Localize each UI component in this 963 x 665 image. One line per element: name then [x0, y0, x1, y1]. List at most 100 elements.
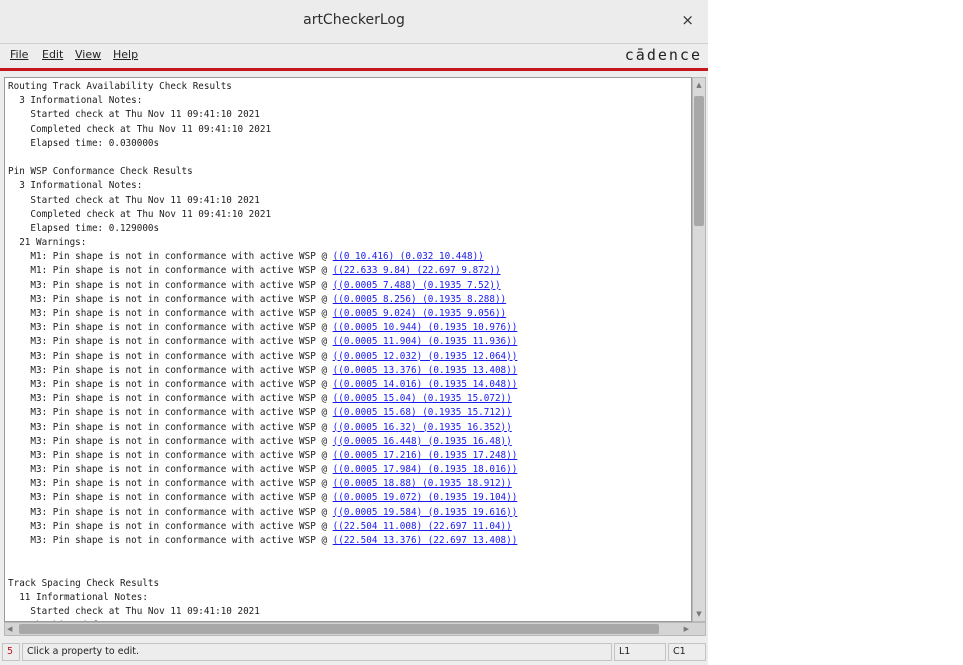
- log-line-text: 11 Informational Notes:: [8, 591, 148, 603]
- log-line-text: 3 Informational Notes:: [8, 95, 143, 107]
- log-warning-line: M3: Pin shape is not in conformance with…: [8, 279, 517, 293]
- menu-help[interactable]: Help: [113, 48, 138, 61]
- log-line-text: M1: Pin shape is not in conformance with…: [8, 251, 333, 263]
- log-line: Started check at Thu Nov 11 09:41:10 202…: [8, 605, 517, 619]
- log-line: Elapsed time: 0.129000s: [8, 222, 517, 236]
- log-line-text: M1: Pin shape is not in conformance with…: [8, 265, 333, 277]
- scroll-up-icon[interactable]: ▲: [694, 79, 704, 91]
- log-line-text: 21 Warnings:: [8, 237, 87, 249]
- log-warning-line: M3: Pin shape is not in conformance with…: [8, 491, 517, 505]
- log-content: Routing Track Availability Check Results…: [8, 80, 518, 621]
- close-icon[interactable]: ×: [681, 11, 694, 29]
- log-line-text: Started check at Thu Nov 11 09:41:10 202…: [8, 194, 260, 206]
- coordinate-link[interactable]: ((0.0005 9.024) (0.1935 9.056)): [333, 308, 507, 319]
- log-warning-line: M3: Pin shape is not in conformance with…: [8, 520, 517, 534]
- scroll-right-icon[interactable]: ▶: [684, 623, 689, 635]
- status-line-number: 5: [2, 643, 20, 661]
- cadence-logo: cādence: [624, 46, 702, 64]
- menu-bar: File Edit View Help cādence: [0, 44, 708, 68]
- log-line-text: Elapsed time: 0.030000s: [8, 137, 160, 149]
- log-line-text: M3: Pin shape is not in conformance with…: [8, 279, 333, 291]
- log-line-text: M3: Pin shape is not in conformance with…: [8, 464, 333, 476]
- vertical-scroll-thumb[interactable]: [694, 96, 704, 226]
- log-warning-line: M3: Pin shape is not in conformance with…: [8, 463, 517, 477]
- menu-edit[interactable]: Edit: [42, 48, 63, 61]
- coordinate-link[interactable]: ((0.0005 15.68) (0.1935 15.712)): [333, 407, 512, 418]
- coordinate-link[interactable]: ((0.0005 14.016) (0.1935 14.048)): [333, 379, 518, 390]
- coordinate-link[interactable]: ((22.504 13.376) (22.697 13.408)): [333, 535, 518, 546]
- log-warning-line: M3: Pin shape is not in conformance with…: [8, 406, 517, 420]
- log-warning-line: M3: Pin shape is not in conformance with…: [8, 421, 517, 435]
- status-column: C1: [668, 643, 706, 661]
- log-line: Started check at Thu Nov 11 09:41:10 202…: [8, 194, 517, 208]
- log-line: Started check at Thu Nov 11 09:41:10 202…: [8, 108, 517, 122]
- log-text-area[interactable]: Routing Track Availability Check Results…: [4, 77, 692, 622]
- coordinate-link[interactable]: ((0.0005 7.488) (0.1935 7.52)): [333, 280, 501, 291]
- log-line-text: M3: Pin shape is not in conformance with…: [8, 378, 333, 390]
- log-line: Elapsed time: 0.030000s: [8, 137, 517, 151]
- coordinate-link[interactable]: ((0.0005 16.448) (0.1935 16.48)): [333, 436, 512, 447]
- vertical-scrollbar[interactable]: ▲ ▼: [692, 77, 706, 622]
- log-line-text: 3 Informational Notes:: [8, 180, 143, 192]
- coordinate-link[interactable]: ((0.0005 13.376) (0.1935 13.408)): [333, 365, 518, 376]
- log-line: Completed check at Thu Nov 11 09:41:10 2…: [8, 208, 517, 222]
- horizontal-scrollbar[interactable]: ◀ ▶: [4, 622, 706, 636]
- coordinate-link[interactable]: ((0.0005 19.584) (0.1935 19.616)): [333, 507, 518, 518]
- coordinate-link[interactable]: ((0.0005 15.04) (0.1935 15.072)): [333, 393, 512, 404]
- log-line-text: M3: Pin shape is not in conformance with…: [8, 520, 333, 532]
- coordinate-link[interactable]: ((0.0005 11.904) (0.1935 11.936)): [333, 336, 518, 347]
- log-warning-line: M3: Pin shape is not in conformance with…: [8, 477, 517, 491]
- scroll-down-icon[interactable]: ▼: [694, 608, 704, 620]
- status-bar: 5 Click a property to edit. L1 C1: [0, 640, 708, 665]
- log-line-text: M3: Pin shape is not in conformance with…: [8, 308, 333, 319]
- log-line-text: M3: Pin shape is not in conformance with…: [8, 350, 333, 362]
- coordinate-link[interactable]: ((0.0005 17.216) (0.1935 17.248)): [333, 450, 518, 461]
- log-line-text: M3: Pin shape is not in conformance with…: [8, 393, 333, 405]
- coordinate-link[interactable]: ((22.504 11.008) (22.697 11.04)): [333, 521, 512, 532]
- log-warning-line: M1: Pin shape is not in conformance with…: [8, 250, 517, 264]
- log-warning-line: M1: Pin shape is not in conformance with…: [8, 264, 517, 278]
- scroll-left-icon[interactable]: ◀: [7, 623, 12, 635]
- log-warning-line: M3: Pin shape is not in conformance with…: [8, 506, 517, 520]
- log-line: 11 Informational Notes:: [8, 591, 517, 605]
- coordinate-link[interactable]: ((0.0005 8.256) (0.1935 8.288)): [333, 294, 507, 305]
- title-bar[interactable]: artCheckerLog ×: [0, 0, 708, 44]
- log-line-text: M3: Pin shape is not in conformance with…: [8, 449, 333, 461]
- log-warning-line: M3: Pin shape is not in conformance with…: [8, 293, 517, 307]
- log-line-text: Pin WSP Conformance Check Results: [8, 166, 193, 178]
- log-warning-line: M3: Pin shape is not in conformance with…: [8, 335, 517, 349]
- status-message: Click a property to edit.: [22, 643, 612, 661]
- log-warning-line: M3: Pin shape is not in conformance with…: [8, 534, 517, 548]
- log-warning-line: M3: Pin shape is not in conformance with…: [8, 378, 517, 392]
- log-line: Track Spacing Check Results: [8, 577, 517, 591]
- log-line-text: M3: Pin shape is not in conformance with…: [8, 364, 333, 376]
- log-line-text: M3: Pin shape is not in conformance with…: [8, 535, 333, 546]
- log-warning-line: M3: Pin shape is not in conformance with…: [8, 321, 517, 335]
- log-line-text: Completed check at Thu Nov 11 09:41:10 2…: [8, 123, 272, 135]
- coordinate-link[interactable]: ((0.0005 10.944) (0.1935 10.976)): [333, 322, 518, 333]
- log-line-text: Elapsed time: 0.129000s: [8, 222, 160, 234]
- brand-divider: [0, 68, 708, 71]
- log-line-text: M3: Pin shape is not in conformance with…: [8, 336, 333, 348]
- log-line-text: Started check at Thu Nov 11 09:41:10 202…: [8, 109, 260, 121]
- coordinate-link[interactable]: ((0.0005 18.88) (0.1935 18.912)): [333, 478, 512, 489]
- coordinate-link[interactable]: ((0.0005 19.072) (0.1935 19.104)): [333, 492, 518, 503]
- log-line-text: M3: Pin shape is not in conformance with…: [8, 407, 333, 419]
- menu-file[interactable]: File: [10, 48, 28, 61]
- menu-view[interactable]: View: [75, 48, 101, 61]
- log-warning-line: M3: Pin shape is not in conformance with…: [8, 364, 517, 378]
- horizontal-scroll-thumb[interactable]: [19, 624, 659, 634]
- coordinate-link[interactable]: ((0.0005 12.032) (0.1935 12.064)): [333, 351, 518, 362]
- coordinate-link[interactable]: ((0.0005 16.32) (0.1935 16.352)): [333, 422, 512, 433]
- log-line-text: Completed check at Thu Nov 11 09:41:10 2…: [8, 208, 272, 220]
- coordinate-link[interactable]: ((0.0005 17.984) (0.1935 18.016)): [333, 464, 518, 475]
- log-warning-line: M3: Pin shape is not in conformance with…: [8, 435, 517, 449]
- coordinate-link[interactable]: ((22.633 9.84) (22.697 9.872)): [333, 265, 501, 276]
- log-line-text: M3: Pin shape is not in conformance with…: [8, 478, 333, 490]
- log-line: 3 Informational Notes:: [8, 94, 517, 108]
- coordinate-link[interactable]: ((0 10.416) (0.032 10.448)): [333, 251, 484, 262]
- log-line-text: M3: Pin shape is not in conformance with…: [8, 492, 333, 504]
